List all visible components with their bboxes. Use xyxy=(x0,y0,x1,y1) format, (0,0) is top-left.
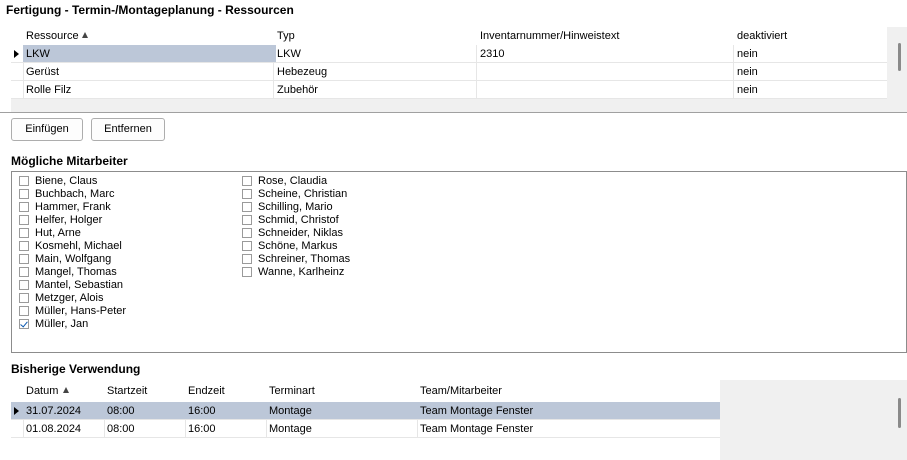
table-row[interactable]: Gerüst Hebezeug nein xyxy=(11,63,887,81)
employee-name: Main, Wolfgang xyxy=(35,253,112,265)
cell-typ: Zubehör xyxy=(277,84,318,96)
checkbox[interactable] xyxy=(242,228,252,238)
checkbox[interactable] xyxy=(19,293,29,303)
row-indicator-icon xyxy=(14,50,19,58)
cell-endzeit: 16:00 xyxy=(188,405,216,417)
column-header-datum[interactable]: Datum xyxy=(26,385,70,397)
checkbox[interactable] xyxy=(242,189,252,199)
checkbox[interactable] xyxy=(19,189,29,199)
cell-terminart: Montage xyxy=(269,405,312,417)
employee-name: Metzger, Alois xyxy=(35,292,104,304)
column-header-inventar[interactable]: Inventarnummer/Hinweistext xyxy=(480,30,619,42)
employee-name: Biene, Claus xyxy=(35,175,98,187)
checkbox[interactable] xyxy=(242,241,252,251)
column-header-endzeit[interactable]: Endzeit xyxy=(188,385,225,397)
divider xyxy=(0,112,907,113)
resource-grid[interactable]: Ressource Typ Inventarnummer/Hinweistext… xyxy=(11,27,887,99)
cell-deaktiviert: nein xyxy=(737,48,758,60)
checkbox[interactable] xyxy=(242,254,252,264)
usage-section-title: Bisherige Verwendung xyxy=(11,362,141,376)
resource-grid-panel: Ressource Typ Inventarnummer/Hinweistext… xyxy=(11,27,907,113)
table-row[interactable]: Rolle Filz Zubehör nein xyxy=(11,81,887,99)
cell-startzeit: 08:00 xyxy=(107,423,135,435)
employees-section-title: Mögliche Mitarbeiter xyxy=(11,154,128,168)
cell-team: Team Montage Fenster xyxy=(420,423,534,435)
cell-inventar: 2310 xyxy=(480,48,505,60)
column-header-typ[interactable]: Typ xyxy=(277,30,295,42)
employee-name: Schmid, Christof xyxy=(258,214,339,226)
cell-typ: LKW xyxy=(277,48,301,60)
employee-name: Müller, Jan xyxy=(35,318,89,330)
cell-ressource: Rolle Filz xyxy=(26,84,72,96)
employee-name: Mantel, Sebastian xyxy=(35,279,124,291)
column-header-ressource[interactable]: Ressource xyxy=(26,30,88,42)
add-button[interactable]: Einfügen xyxy=(11,118,83,141)
employee-name: Schreiner, Thomas xyxy=(258,253,351,265)
checkbox[interactable] xyxy=(19,267,29,277)
checkbox[interactable] xyxy=(242,267,252,277)
checkbox[interactable] xyxy=(19,254,29,264)
employee-name: Müller, Hans-Peter xyxy=(35,305,127,317)
sort-ascending-icon xyxy=(81,32,88,38)
resource-grid-scrollbar[interactable] xyxy=(898,43,901,71)
table-row[interactable]: LKW LKW 2310 nein xyxy=(11,45,887,63)
usage-grid[interactable]: Datum Startzeit Endzeit Terminart Team/M… xyxy=(11,380,720,460)
cell-typ: Hebezeug xyxy=(277,66,328,78)
employee-name: Mangel, Thomas xyxy=(35,266,117,278)
column-header-datum-label: Datum xyxy=(26,385,59,397)
cell-team: Team Montage Fenster xyxy=(420,405,534,417)
usage-grid-header: Datum Startzeit Endzeit Terminart Team/M… xyxy=(11,380,720,402)
cell-datum: 31.07.2024 xyxy=(26,405,82,417)
cell-datum: 01.08.2024 xyxy=(26,423,82,435)
checkbox[interactable] xyxy=(19,215,29,225)
employee-name: Scheine, Christian xyxy=(258,188,348,200)
employee-name: Helfer, Holger xyxy=(35,214,103,226)
employee-name: Wanne, Karlheinz xyxy=(258,266,345,278)
row-indicator-icon xyxy=(14,407,19,415)
employee-name: Schilling, Mario xyxy=(258,201,333,213)
table-row[interactable]: 01.08.2024 08:00 16:00 Montage Team Mont… xyxy=(11,420,720,438)
employees-checklist[interactable]: Biene, Claus Buchbach, Marc Hammer, Frank H… xyxy=(11,171,907,353)
checkbox[interactable] xyxy=(19,280,29,290)
checkbox[interactable] xyxy=(19,228,29,238)
column-header-ressource-label: Ressource xyxy=(26,30,79,42)
cell-ressource: Gerüst xyxy=(26,66,60,78)
cell-endzeit: 16:00 xyxy=(188,423,216,435)
checkbox[interactable] xyxy=(19,202,29,212)
table-row[interactable]: 31.07.2024 08:00 16:00 Montage Team Mont… xyxy=(11,402,720,420)
window-title: Fertigung - Termin-/Montageplanung - Res… xyxy=(6,3,294,17)
cell-deaktiviert: nein xyxy=(737,84,758,96)
checkbox[interactable] xyxy=(242,215,252,225)
usage-grid-panel: Datum Startzeit Endzeit Terminart Team/M… xyxy=(11,380,907,460)
checked-checkbox[interactable] xyxy=(19,319,29,329)
remove-button[interactable]: Entfernen xyxy=(91,118,165,141)
column-header-startzeit[interactable]: Startzeit xyxy=(107,385,147,397)
usage-grid-scrollbar[interactable] xyxy=(898,398,901,428)
cell-startzeit: 08:00 xyxy=(107,405,135,417)
resource-grid-header: Ressource Typ Inventarnummer/Hinweistext… xyxy=(11,27,887,45)
checkbox[interactable] xyxy=(19,306,29,316)
employee-name: Schneider, Niklas xyxy=(258,227,343,239)
checkbox[interactable] xyxy=(19,241,29,251)
column-header-deaktiviert[interactable]: deaktiviert xyxy=(737,30,787,42)
employee-name: Schöne, Markus xyxy=(258,240,338,252)
employee-name: Kosmehl, Michael xyxy=(35,240,122,252)
employee-name: Hut, Arne xyxy=(35,227,81,239)
employee-name: Rose, Claudia xyxy=(258,175,328,187)
employee-name: Buchbach, Marc xyxy=(35,188,115,200)
cell-ressource: LKW xyxy=(26,48,50,60)
column-header-terminart[interactable]: Terminart xyxy=(269,385,315,397)
checkbox[interactable] xyxy=(242,176,252,186)
checkbox[interactable] xyxy=(242,202,252,212)
column-header-team[interactable]: Team/Mitarbeiter xyxy=(420,385,502,397)
checkbox[interactable] xyxy=(19,176,29,186)
employee-name: Hammer, Frank xyxy=(35,201,111,213)
selected-cell-highlight xyxy=(23,45,276,62)
cell-terminart: Montage xyxy=(269,423,312,435)
sort-ascending-icon xyxy=(63,387,70,393)
cell-deaktiviert: nein xyxy=(737,66,758,78)
